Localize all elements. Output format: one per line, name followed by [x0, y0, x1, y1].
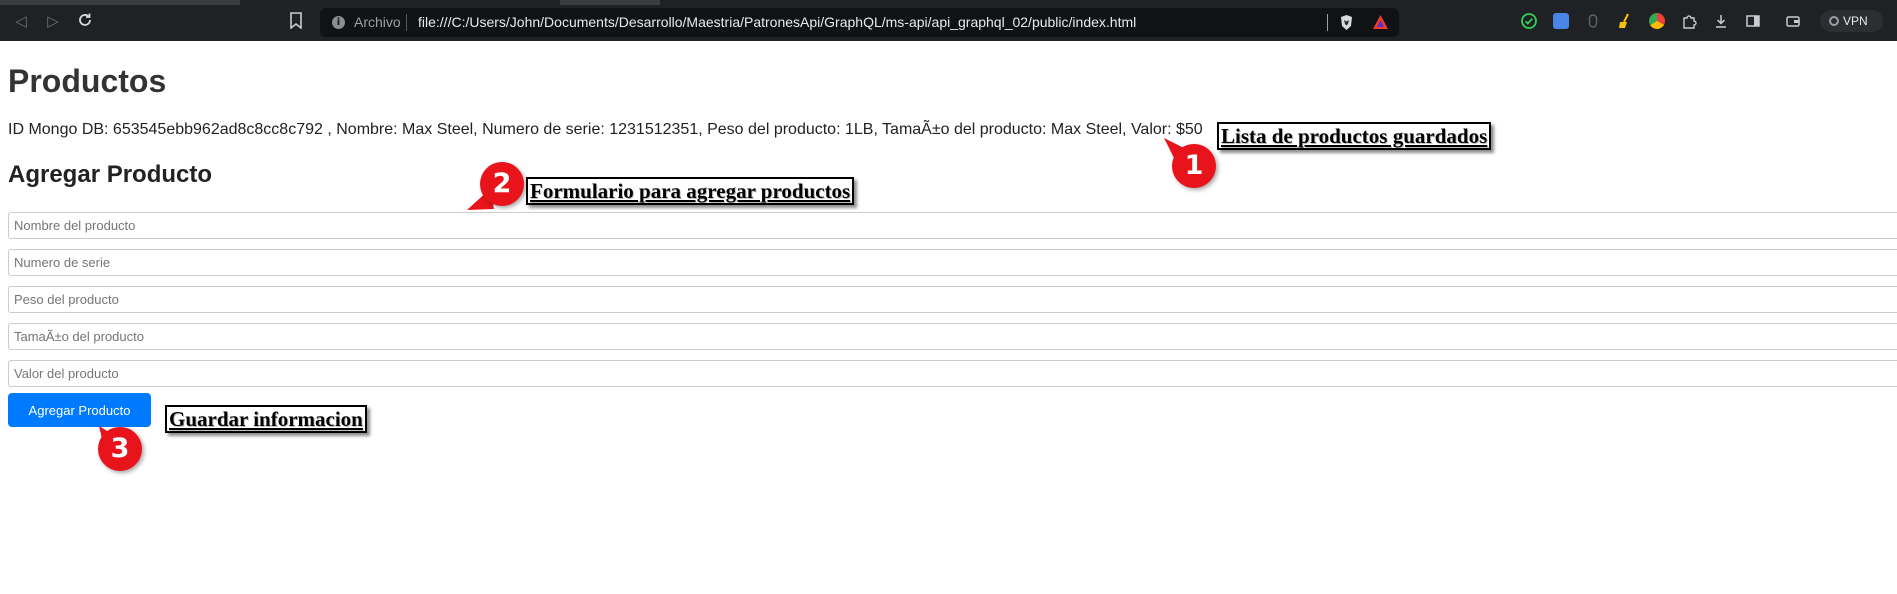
serial-number-field[interactable] [8, 249, 1897, 276]
color-extension-icon[interactable] [1649, 13, 1665, 29]
translate-extension-icon[interactable] [1553, 13, 1569, 29]
browser-toolbar: ◁ ▷ i Archivo file:///C:/Users/John/Docu… [0, 0, 1897, 41]
vpn-icon [1829, 16, 1839, 26]
form-title: Agregar Producto [8, 161, 213, 188]
annotation-note-1: Lista de productos guardados [1217, 122, 1492, 150]
wallet-icon[interactable] [1785, 13, 1801, 29]
brave-rewards-icon[interactable] [1372, 14, 1389, 30]
url-text[interactable]: file:///C:/Users/John/Documents/Desarrol… [418, 14, 1136, 30]
back-icon[interactable]: ◁ [12, 12, 30, 30]
product-value-field[interactable] [8, 360, 1897, 387]
tab[interactable] [0, 0, 240, 5]
product-size-field[interactable] [8, 323, 1897, 350]
tab-strip [0, 0, 1897, 5]
reload-icon[interactable] [76, 12, 94, 30]
puzzle-extensions-icon[interactable] [1681, 13, 1697, 29]
address-bar[interactable]: i Archivo file:///C:/Users/John/Document… [320, 8, 1399, 37]
broom-extension-icon[interactable] [1617, 13, 1633, 29]
annotation-note-3: Guardar informacion [165, 405, 367, 433]
info-icon[interactable]: i [332, 16, 345, 29]
forward-icon[interactable]: ▷ [44, 12, 62, 30]
sidebar-icon[interactable] [1745, 13, 1761, 29]
annotation-note-2: Formulario para agregar productos [526, 177, 855, 205]
mouse-extension-icon[interactable] [1585, 13, 1601, 29]
tab[interactable] [560, 0, 660, 5]
add-product-button[interactable]: Agregar Producto [8, 393, 151, 427]
page-content: Productos ID Mongo DB: 653545ebb962ad8c8… [0, 41, 1897, 594]
vpn-button[interactable]: VPN [1820, 10, 1883, 32]
product-weight-field[interactable] [8, 286, 1897, 313]
page-title: Productos [8, 63, 167, 99]
url-scheme-label: Archivo [354, 14, 401, 30]
bookmark-icon[interactable] [289, 12, 303, 29]
product-name-field[interactable] [8, 212, 1897, 239]
annotation-badge-1: 1 [1172, 144, 1216, 188]
vpn-label: VPN [1843, 14, 1868, 28]
annotation-badge-3: 3 [98, 427, 142, 471]
divider [406, 14, 407, 31]
check-extension-icon[interactable] [1521, 13, 1537, 29]
annotation-badge-2: 2 [480, 162, 524, 206]
download-icon[interactable] [1713, 13, 1729, 29]
product-list-item: ID Mongo DB: 653545ebb962ad8c8cc8c792 , … [8, 121, 1203, 138]
brave-shield-icon[interactable] [1339, 14, 1354, 31]
divider [1327, 14, 1328, 31]
